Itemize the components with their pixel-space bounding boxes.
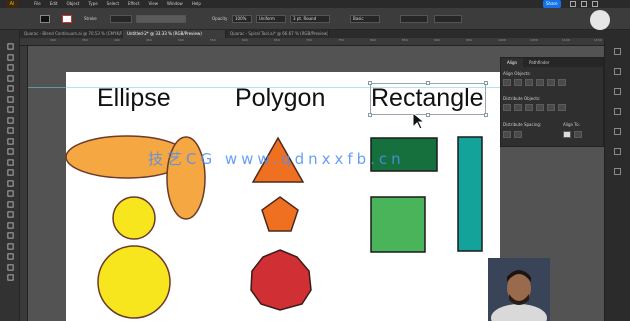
distribute-right-icon[interactable]: [558, 104, 566, 111]
brushes-icon[interactable]: [614, 148, 621, 155]
presenter-avatar: [488, 258, 550, 321]
distribute-left-icon[interactable]: [536, 104, 544, 111]
tab-pathfinder[interactable]: Pathfinder: [523, 58, 556, 67]
octagon-shape[interactable]: [250, 249, 312, 311]
align-to-label: Align To:: [563, 122, 580, 127]
layers-icon[interactable]: [614, 68, 621, 75]
distribute-vspace-icon[interactable]: [503, 131, 511, 138]
green-square-shape[interactable]: [370, 196, 426, 253]
symbols-icon[interactable]: [614, 168, 621, 175]
align-right-icon[interactable]: [525, 79, 533, 86]
panel-tabs: Align Pathfinder: [501, 58, 603, 67]
align-to-artboard-icon[interactable]: [574, 131, 582, 138]
align-top-icon[interactable]: [536, 79, 544, 86]
teal-rectangle-shape[interactable]: [457, 136, 483, 252]
align-to-buttons: [563, 131, 582, 138]
distribute-hspace-icon[interactable]: [514, 131, 522, 138]
mouse-cursor-icon: [412, 111, 426, 134]
distribute-top-icon[interactable]: [503, 104, 511, 111]
tab-align[interactable]: Align: [501, 58, 524, 67]
align-vcenter-icon[interactable]: [547, 79, 555, 86]
libraries-icon[interactable]: [614, 88, 621, 95]
distribute-hcenter-icon[interactable]: [547, 104, 555, 111]
align-panel: Align Pathfinder Align Objects: Distribu…: [500, 57, 604, 147]
distribute-vcenter-icon[interactable]: [514, 104, 522, 111]
align-bottom-icon[interactable]: [558, 79, 566, 86]
align-objects-label: Align Objects:: [503, 71, 531, 76]
align-objects-buttons: [503, 79, 566, 86]
distribute-bottom-icon[interactable]: [525, 104, 533, 111]
small-circle-shape[interactable]: [112, 196, 156, 240]
panel-dock: [604, 38, 630, 321]
distribute-spacing-label: Distribute Spacing:: [503, 122, 542, 127]
swatches-icon[interactable]: [614, 128, 621, 135]
align-to-selection-icon[interactable]: [563, 131, 571, 138]
properties-icon[interactable]: [614, 48, 621, 55]
large-circle-shape[interactable]: [97, 245, 171, 319]
presenter-webcam: [488, 258, 550, 321]
watermark-text: 技艺CG www.qdnxxfb.cn: [148, 150, 405, 168]
color-icon[interactable]: [614, 108, 621, 115]
align-left-icon[interactable]: [503, 79, 511, 86]
illustrator-window: Ai File Edit Object Type Select Effect V…: [0, 0, 630, 321]
distribute-objects-buttons: [503, 104, 566, 111]
pentagon-shape[interactable]: [261, 196, 299, 232]
align-hcenter-icon[interactable]: [514, 79, 522, 86]
distribute-objects-label: Distribute Objects:: [503, 96, 541, 101]
distribute-spacing-buttons: [503, 131, 522, 138]
